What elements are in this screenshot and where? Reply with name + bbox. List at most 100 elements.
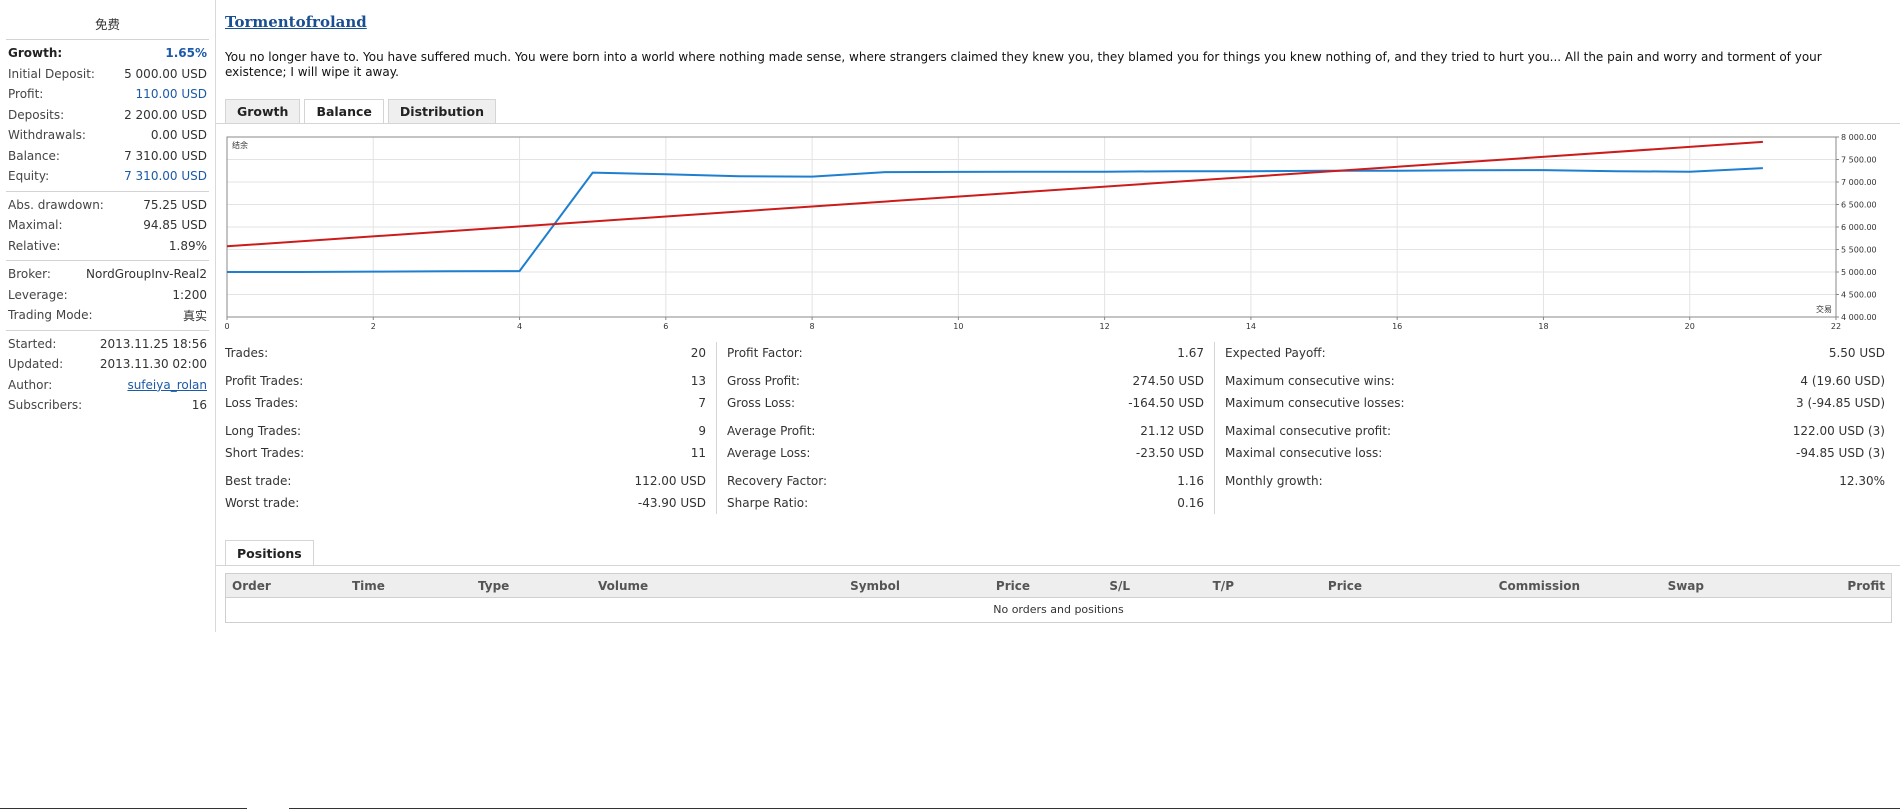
stat-label: Best trade: bbox=[225, 474, 292, 488]
stat-label: Maximum consecutive wins: bbox=[1225, 374, 1395, 388]
stat-row: Monthly growth: 12.30% bbox=[1225, 470, 1885, 492]
col-type[interactable]: Type bbox=[472, 579, 592, 593]
col-sl[interactable]: S/L bbox=[1036, 579, 1136, 593]
stat-label: Recovery Factor: bbox=[727, 474, 828, 488]
stat-leverage: Leverage: 1:200 bbox=[6, 285, 209, 306]
stat-label: Average Loss: bbox=[727, 446, 811, 460]
stat-label: Profit Trades: bbox=[225, 374, 304, 388]
stat-label: Broker: bbox=[8, 267, 51, 282]
stat-label: Profit: bbox=[8, 87, 44, 102]
stat-row: Profit Trades: 13 bbox=[225, 370, 706, 392]
y-tick-label: 7 500.00 bbox=[1841, 156, 1877, 165]
stat-value: 7 310.00 USD bbox=[124, 148, 207, 163]
stat-equity: Equity: 7 310.00 USD bbox=[6, 166, 209, 187]
stats-column-profit: Profit Factor: 1.67 Gross Profit: 274.50 U… bbox=[717, 342, 1215, 514]
stat-label: Withdrawals: bbox=[8, 128, 86, 143]
stat-label: Short Trades: bbox=[225, 446, 305, 460]
col-swap[interactable]: Swap bbox=[1586, 579, 1710, 593]
stat-value: -94.85 USD (3) bbox=[1796, 446, 1885, 460]
stat-label: Maximal consecutive profit: bbox=[1225, 424, 1391, 438]
broker-info: Broker: NordGroupInv-Real2 Leverage: 1:2… bbox=[6, 261, 209, 331]
x-tick-label: 0 bbox=[224, 322, 229, 330]
stat-label: Maximal: bbox=[8, 218, 63, 233]
stat-row: Long Trades: 9 bbox=[225, 420, 706, 442]
stat-label: Balance: bbox=[8, 148, 60, 163]
stat-label: Loss Trades: bbox=[225, 396, 299, 410]
stat-value: 5.50 USD bbox=[1828, 346, 1885, 360]
col-tp[interactable]: T/P bbox=[1136, 579, 1240, 593]
tab-growth[interactable]: Growth bbox=[225, 99, 301, 123]
stat-value: -23.50 USD bbox=[1135, 446, 1204, 460]
stat-balance: Balance: 7 310.00 USD bbox=[6, 146, 209, 167]
stat-profit: Profit: 110.00 USD bbox=[6, 84, 209, 105]
col-order[interactable]: Order bbox=[226, 579, 346, 593]
stat-maximal: Maximal: 94.85 USD bbox=[6, 215, 209, 236]
stat-label: Leverage: bbox=[8, 287, 68, 302]
stat-label: Average Profit: bbox=[727, 424, 816, 438]
stat-row: Best trade: 112.00 USD bbox=[225, 470, 706, 492]
stat-label: Equity: bbox=[8, 169, 50, 184]
stat-row: Expected Payoff: 5.50 USD bbox=[1225, 342, 1885, 364]
stat-updated: Updated: 2013.11.30 02:00 bbox=[6, 354, 209, 375]
col-price-open[interactable]: Price bbox=[906, 579, 1036, 593]
stat-value: 110.00 USD bbox=[135, 87, 207, 102]
sidebar-header: 免费 bbox=[6, 0, 209, 40]
stat-label: Expected Payoff: bbox=[1225, 346, 1326, 360]
stat-value: 4 (19.60 USD) bbox=[1800, 374, 1885, 388]
bottom-frame-right bbox=[289, 808, 1900, 809]
stat-abs-drawdown: Abs. drawdown: 75.25 USD bbox=[6, 195, 209, 216]
col-symbol[interactable]: Symbol bbox=[766, 579, 906, 593]
y-tick-label: 4 000.00 bbox=[1841, 313, 1877, 322]
x-tick-label: 14 bbox=[1246, 322, 1256, 330]
page-title[interactable]: Tormentofroland bbox=[225, 13, 367, 31]
tab-positions[interactable]: Positions bbox=[225, 540, 314, 566]
stats-column-trades: Trades: 20 Profit Trades: 13 Loss Trades: 7… bbox=[225, 342, 717, 514]
author-link[interactable]: sufeiya_rolan bbox=[127, 378, 207, 392]
stat-label: Monthly growth: bbox=[1225, 474, 1323, 488]
positions-divider bbox=[216, 565, 1900, 566]
stat-label: Gross Profit: bbox=[727, 374, 800, 388]
stat-label: Sharpe Ratio: bbox=[727, 496, 809, 510]
trading-stats: Trades: 20 Profit Trades: 13 Loss Trades: 7… bbox=[225, 342, 1885, 514]
stat-row: Gross Loss: -164.50 USD bbox=[727, 392, 1204, 414]
stat-value: 75.25 USD bbox=[143, 197, 207, 212]
signal-meta: Started: 2013.11.25 18:56 Updated: 2013.… bbox=[6, 331, 209, 420]
stat-trading-mode: Trading Mode: 真实 bbox=[6, 305, 209, 326]
stat-row: Sharpe Ratio: 0.16 bbox=[727, 492, 1204, 514]
col-price-current[interactable]: Price bbox=[1240, 579, 1368, 593]
x-tick-label: 8 bbox=[810, 322, 815, 330]
sidebar: 免费 Growth: 1.65% Initial Deposit: 5 000.… bbox=[0, 0, 216, 632]
col-commission[interactable]: Commission bbox=[1368, 579, 1586, 593]
stat-value: 122.00 USD (3) bbox=[1792, 424, 1885, 438]
balance-chart-svg: 0 2 4 6 8 10 12 14 16 18 20 224 000.00 4 500.00 5 000… bbox=[224, 133, 1877, 330]
col-profit[interactable]: Profit bbox=[1710, 579, 1891, 593]
y-tick-label: 4 500.00 bbox=[1841, 291, 1877, 300]
stat-initial-deposit: Initial Deposit: 5 000.00 USD bbox=[6, 64, 209, 85]
stat-value: -43.90 USD bbox=[637, 496, 706, 510]
x-tick-label: 16 bbox=[1392, 322, 1402, 330]
stat-label: Maximum consecutive losses: bbox=[1225, 396, 1405, 410]
stat-value: 3 (-94.85 USD) bbox=[1796, 396, 1885, 410]
stat-subscribers: Subscribers: 16 bbox=[6, 395, 209, 416]
stat-label: Profit Factor: bbox=[727, 346, 803, 360]
stat-value: 21.12 USD bbox=[1140, 424, 1204, 438]
stat-label: Gross Loss: bbox=[727, 396, 795, 410]
stat-value: 1.65% bbox=[165, 46, 207, 61]
tab-distribution[interactable]: Distribution bbox=[387, 99, 497, 123]
stat-value: 1.67 bbox=[1177, 346, 1204, 360]
stat-value: 94.85 USD bbox=[143, 218, 207, 233]
positions-tabs: Positions bbox=[225, 540, 314, 566]
col-volume[interactable]: Volume bbox=[592, 579, 766, 593]
x-tick-label: 10 bbox=[953, 322, 963, 330]
stat-row: Maximum consecutive losses: 3 (-94.85 USD… bbox=[1225, 392, 1885, 414]
drawdown-stats: Abs. drawdown: 75.25 USD Maximal: 94.85 … bbox=[6, 192, 209, 261]
stat-value: 5 000.00 USD bbox=[124, 66, 207, 81]
col-time[interactable]: Time bbox=[346, 579, 472, 593]
bottom-frame-left bbox=[0, 808, 247, 809]
series-line-1 bbox=[226, 140, 1763, 248]
stat-row: Average Profit: 21.12 USD bbox=[727, 420, 1204, 442]
tab-divider bbox=[216, 123, 1900, 124]
tab-balance[interactable]: Balance bbox=[304, 99, 384, 124]
stat-label: Maximal consecutive loss: bbox=[1225, 446, 1383, 460]
stat-label: Author: bbox=[8, 377, 53, 392]
